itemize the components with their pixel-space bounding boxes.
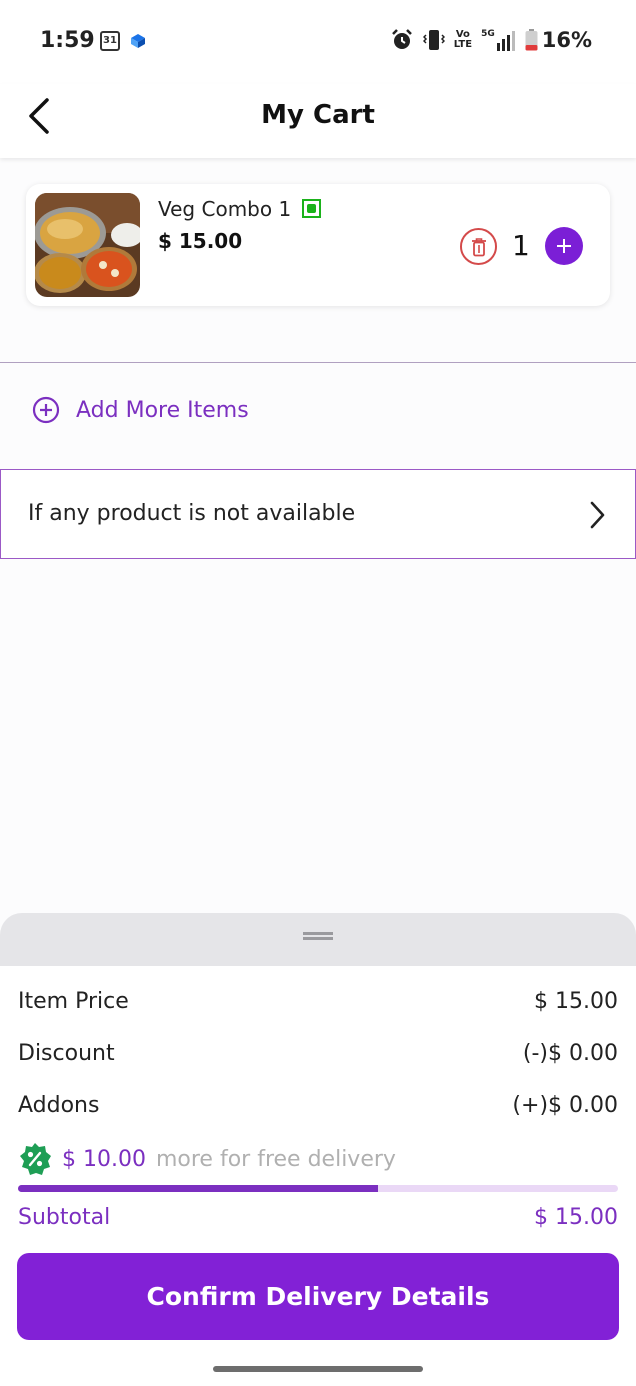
signal-bars-icon [496,31,515,51]
increase-quantity-button[interactable] [545,227,583,265]
alarm-icon [391,29,412,49]
food-thumbnail [35,193,140,297]
plus-icon [557,239,571,253]
discount-value: (-)$ 0.00 [522,1041,618,1066]
item-price-value: $ 15.00 [534,989,618,1014]
page-title: My Cart [261,100,375,130]
chevron-right-icon [590,501,605,529]
subtotal-label: Subtotal [18,1205,111,1230]
confirm-delivery-button[interactable]: Confirm Delivery Details [17,1253,619,1340]
free-delivery-notice: $ 10.00 more for free delivery [18,1142,396,1176]
free-delivery-amount: $ 10.00 [62,1146,146,1172]
item-price: $ 15.00 [158,229,243,253]
calendar-icon: 31 [100,31,120,51]
add-circle-icon [32,396,60,424]
item-name: Veg Combo 1 [158,197,292,221]
drag-handle-icon [303,932,333,940]
status-bar: 1:59 31 Vo LTE 5G 16% [0,0,636,84]
item-price-label: Item Price [18,989,129,1014]
addons-value: (+)$ 0.00 [512,1093,618,1118]
status-icons: Vo LTE 5G 16% [390,28,592,52]
discount-badge-icon [20,1143,51,1175]
battery-status: 16% [525,28,592,52]
free-delivery-text: more for free delivery [155,1146,396,1172]
bottom-sheet-handle[interactable] [0,913,636,966]
addons-row: Addons (+)$ 0.00 [18,1093,618,1118]
volte-icon: Vo LTE [453,29,473,50]
delete-item-button[interactable] [460,228,497,265]
vibrate-icon [422,30,445,50]
battery-icon [525,29,538,51]
addons-label: Addons [18,1093,100,1118]
subtotal-value: $ 15.00 [534,1205,618,1230]
trash-icon [471,237,486,256]
free-delivery-progress [18,1185,618,1192]
product-unavailable-option[interactable]: If any product is not available [0,469,636,559]
subtotal-row: Subtotal $ 15.00 [18,1205,618,1230]
section-divider [0,362,636,363]
signal-icon: 5G [481,29,516,51]
discount-row: Discount (-)$ 0.00 [18,1041,618,1066]
home-indicator[interactable] [213,1366,423,1372]
app-notification-icon [131,34,145,48]
item-quantity: 1 [512,229,530,262]
add-more-items-label: Add More Items [76,397,249,423]
add-more-items-button[interactable]: Add More Items [32,396,249,424]
app-header: My Cart [0,84,636,158]
product-unavailable-label: If any product is not available [28,501,356,526]
item-price-row: Item Price $ 15.00 [18,989,618,1014]
cart-item-card: Veg Combo 1 $ 15.00 1 [26,184,610,306]
status-time: 1:59 [40,28,95,53]
discount-label: Discount [18,1041,115,1066]
free-delivery-progress-fill [18,1185,378,1192]
veg-indicator-icon [302,199,321,218]
